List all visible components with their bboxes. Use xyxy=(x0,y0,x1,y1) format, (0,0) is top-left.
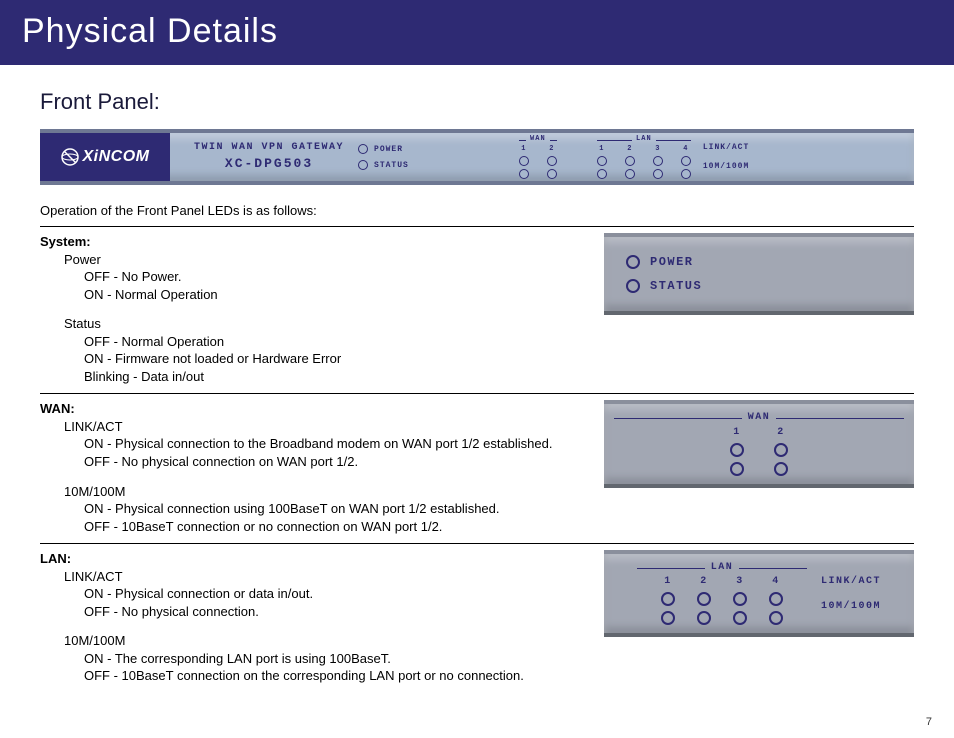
linkact-label: LINK/ACT xyxy=(703,143,749,152)
lan-port-4-num: 4 xyxy=(683,145,688,153)
lan-callout-linkact: LINK/ACT xyxy=(821,576,881,587)
wan-callout-1: 1 xyxy=(733,427,741,438)
wan-callout: WAN 1 2 xyxy=(604,400,914,488)
lan3-link-led-icon xyxy=(653,156,663,166)
wan1-spd-led-icon xyxy=(519,169,529,179)
wan-port-group: WAN 1 2 xyxy=(519,136,557,179)
front-panel-diagram: XiNCOM TWIN WAN VPN GATEWAY XC-DPG503 PO… xyxy=(40,129,914,185)
intro-text: Operation of the Front Panel LEDs is as … xyxy=(40,203,914,218)
system-status-on: ON - Firmware not loaded or Hardware Err… xyxy=(84,350,584,368)
wan2-spd-led-icon xyxy=(547,169,557,179)
page-title-bar: Physical Details xyxy=(0,0,954,65)
callout-status-label: STATUS xyxy=(650,279,702,293)
wan1-spd-lg-icon xyxy=(730,462,744,476)
system-status-blink: Blinking - Data in/out xyxy=(84,368,584,386)
power-label: POWER xyxy=(374,145,403,154)
status-led-lg-icon xyxy=(626,279,640,293)
lan1-spd-led-icon xyxy=(597,169,607,179)
lan-spd-on: ON - The corresponding LAN port is using… xyxy=(84,650,584,668)
lan3-spd-led-icon xyxy=(653,169,663,179)
status-led-icon xyxy=(358,160,368,170)
product-model: XC-DPG503 xyxy=(194,155,344,173)
section-heading: Front Panel: xyxy=(40,89,914,115)
lan1-link-lg-icon xyxy=(661,592,675,606)
lan4-link-lg-icon xyxy=(769,592,783,606)
content-area: Front Panel: XiNCOM TWIN WAN VPN GATEWAY… xyxy=(0,65,954,693)
lan-spd-off: OFF - 10BaseT connection on the correspo… xyxy=(84,667,584,685)
wan2-link-lg-icon xyxy=(774,443,788,457)
system-header: System: xyxy=(40,233,584,251)
lan4-link-led-icon xyxy=(681,156,691,166)
wan-port-1-num: 1 xyxy=(521,145,526,153)
wan-block: WAN: LINK/ACT ON - Physical connection t… xyxy=(40,394,914,543)
lan1-spd-lg-icon xyxy=(661,611,675,625)
wan-spd-label: 10M/100M xyxy=(64,483,584,501)
system-power-off: OFF - No Power. xyxy=(84,268,584,286)
lan2-link-lg-icon xyxy=(697,592,711,606)
product-line: TWIN WAN VPN GATEWAY xyxy=(194,141,344,155)
lan-callout-label: LAN xyxy=(705,562,740,573)
brand-name: XiNCOM xyxy=(83,148,150,166)
wan-group-label: WAN xyxy=(526,135,550,143)
lan-callout-2: 2 xyxy=(700,576,708,587)
product-label: TWIN WAN VPN GATEWAY XC-DPG503 xyxy=(194,141,344,173)
speed-label: 10M/100M xyxy=(703,162,749,171)
lan-link-label: LINK/ACT xyxy=(64,568,584,586)
lan-callout-1: 1 xyxy=(664,576,672,587)
lan-port-3-num: 3 xyxy=(655,145,660,153)
system-block: System: Power OFF - No Power. ON - Norma… xyxy=(40,227,914,393)
wan-callout-2: 2 xyxy=(777,427,785,438)
lan-port-1-num: 1 xyxy=(599,145,604,153)
lan4-spd-lg-icon xyxy=(769,611,783,625)
lan1-link-led-icon xyxy=(597,156,607,166)
system-power-on: ON - Normal Operation xyxy=(84,286,584,304)
lan4-spd-led-icon xyxy=(681,169,691,179)
panel-side-labels: LINK/ACT 10M/100M xyxy=(703,143,749,171)
lan-link-on: ON - Physical connection or data in/out. xyxy=(84,585,584,603)
wan-link-on: ON - Physical connection to the Broadban… xyxy=(84,435,584,453)
system-status-off: OFF - Normal Operation xyxy=(84,333,584,351)
lan-port-group: LAN 1 2 3 4 xyxy=(597,136,691,179)
power-status-leds: POWER STATUS xyxy=(358,144,409,170)
lan2-link-led-icon xyxy=(625,156,635,166)
lan-callout-3: 3 xyxy=(736,576,744,587)
lan2-spd-lg-icon xyxy=(697,611,711,625)
brand-block: XiNCOM xyxy=(40,133,170,181)
lan3-spd-lg-icon xyxy=(733,611,747,625)
lan-group-label: LAN xyxy=(632,135,656,143)
lan-block: LAN: LINK/ACT ON - Physical connection o… xyxy=(40,544,914,693)
brand-logo-icon xyxy=(61,148,79,166)
status-label: STATUS xyxy=(374,161,409,170)
page-number: 7 xyxy=(926,716,932,728)
wan-spd-off: OFF - 10BaseT connection or no connectio… xyxy=(84,518,584,536)
wan-callout-label: WAN xyxy=(742,412,777,423)
lan-callout: LAN 1 2 3 4 LINK/ACT 10M/100M xyxy=(604,550,914,637)
wan2-spd-lg-icon xyxy=(774,462,788,476)
lan-port-2-num: 2 xyxy=(627,145,632,153)
lan-header: LAN: xyxy=(40,550,584,568)
wan-header: WAN: xyxy=(40,400,584,418)
lan-spd-label: 10M/100M xyxy=(64,632,584,650)
wan-port-2-num: 2 xyxy=(549,145,554,153)
lan3-link-lg-icon xyxy=(733,592,747,606)
lan-callout-speed: 10M/100M xyxy=(821,601,881,612)
wan2-link-led-icon xyxy=(547,156,557,166)
wan1-link-led-icon xyxy=(519,156,529,166)
power-led-icon xyxy=(358,144,368,154)
system-callout: POWER STATUS xyxy=(604,233,914,315)
lan2-spd-led-icon xyxy=(625,169,635,179)
wan-link-off: OFF - No physical connection on WAN port… xyxy=(84,453,584,471)
wan1-link-lg-icon xyxy=(730,443,744,457)
wan-link-label: LINK/ACT xyxy=(64,418,584,436)
system-power-label: Power xyxy=(64,251,584,269)
system-status-label: Status xyxy=(64,315,584,333)
page-title: Physical Details xyxy=(22,12,278,50)
power-led-lg-icon xyxy=(626,255,640,269)
lan-callout-4: 4 xyxy=(772,576,780,587)
callout-power-label: POWER xyxy=(650,255,694,269)
wan-spd-on: ON - Physical connection using 100BaseT … xyxy=(84,500,584,518)
lan-link-off: OFF - No physical connection. xyxy=(84,603,584,621)
